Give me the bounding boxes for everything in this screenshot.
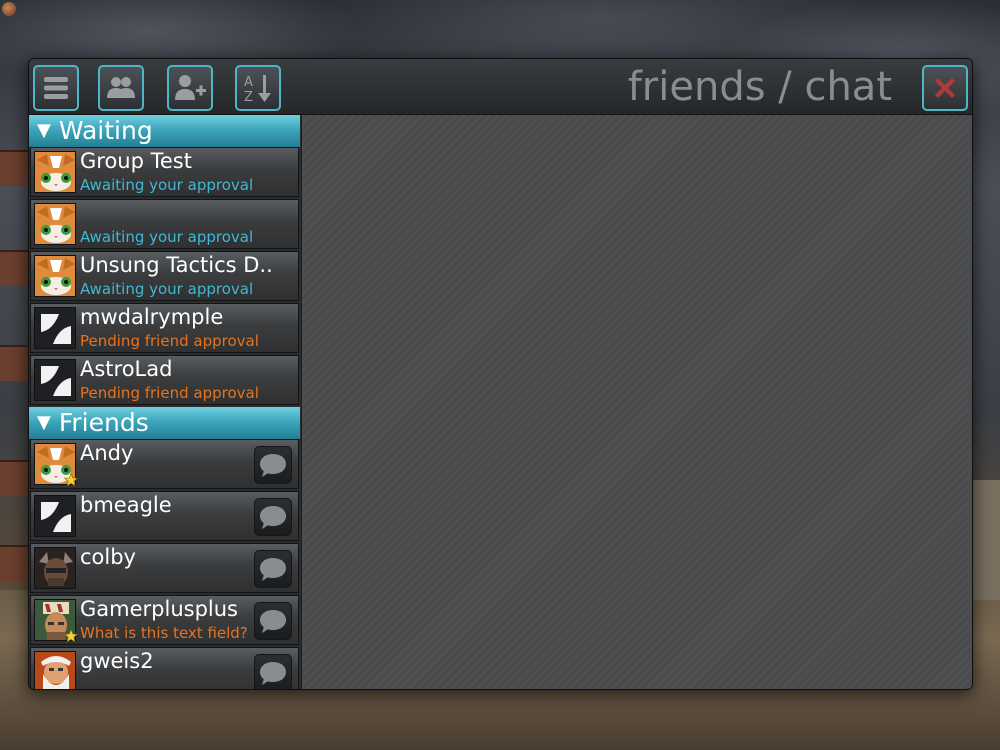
menu-icon [44,77,68,99]
list-item[interactable]: Andy [30,439,299,489]
sort-az-icon: A Z [244,75,271,105]
collapse-triangle-icon: ▼ [37,120,51,141]
list-item[interactable]: colby [30,543,299,593]
contact-status: Pending friend approval [80,384,259,402]
contact-name: Andy [80,441,134,465]
star-icon [63,472,79,487]
contact-status: What is this text field? [80,624,248,642]
chat-bubble-icon [260,610,286,633]
contact-name: Group Test [80,149,192,173]
default-avatar [34,307,76,349]
background-ball [2,2,16,16]
contact-status: Awaiting your approval [80,280,254,298]
chat-button[interactable] [254,550,292,588]
list-item[interactable]: bmeagle [30,491,299,541]
chat-button[interactable] [254,602,292,640]
background-wall [0,545,30,581]
contact-name: bmeagle [80,493,172,517]
list-item[interactable]: Awaiting your approval [30,199,299,249]
list-item[interactable]: mwdalrymple Pending friend approval [30,303,299,353]
section-title: Friends [58,408,149,437]
friends-button[interactable] [98,65,144,111]
collapse-triangle-icon: ▼ [37,412,51,433]
list-item[interactable]: Gamerplusplus What is this text field? [30,595,299,645]
close-button[interactable] [922,65,968,111]
section-title: Waiting [58,116,153,145]
contact-name: Gamerplusplus [80,597,238,621]
background-wall [0,150,30,186]
chat-bubble-icon [260,506,286,529]
title-bar: A Z friends / chat [29,59,972,115]
list-item[interactable]: Unsung Tactics D.. Awaiting your approval [30,251,299,301]
background-tower [972,480,1000,600]
section-header-waiting[interactable]: ▼ Waiting [29,115,300,147]
list-item[interactable]: AstroLad Pending friend approval [30,355,299,405]
default-avatar [34,359,76,401]
cat-avatar [34,151,76,193]
star-icon [63,628,79,643]
wizard-avatar [34,651,76,689]
background-wall [0,460,30,496]
chat-bubble-icon [260,558,286,581]
chat-button[interactable] [254,654,292,689]
contact-status: Pending friend approval [80,332,259,350]
friends-list[interactable]: ▼ Waiting Group Test Awaiting your approv… [29,115,300,689]
list-item[interactable]: gweis2 [30,647,299,689]
chat-bubble-icon [260,454,286,477]
warrior-avatar [34,547,76,589]
sort-button[interactable]: A Z [235,65,281,111]
chat-button[interactable] [254,498,292,536]
chat-bubble-icon [260,662,286,685]
cat-avatar [34,255,76,297]
menu-button[interactable] [33,65,79,111]
contact-status: Awaiting your approval [80,176,254,194]
chat-button[interactable] [254,446,292,484]
svg-text:Z: Z [244,90,253,105]
add-friend-button[interactable] [167,65,213,111]
svg-text:A: A [244,75,253,90]
cat-avatar [34,203,76,245]
add-friend-icon [175,75,206,100]
list-item[interactable]: Group Test Awaiting your approval [30,147,299,197]
contact-name: AstroLad [80,357,173,381]
background-wall [0,250,30,286]
close-icon [935,78,955,98]
window-title: friends / chat [627,64,892,110]
contact-name: mwdalrymple [80,305,224,329]
default-avatar [34,495,76,537]
chat-pane [301,115,972,689]
waiting-list: Group Test Awaiting your approval Awaiting… [29,147,300,405]
contact-name: Unsung Tactics D.. [80,253,273,277]
friends-list-items: Andy bmeagle colby Gamerplusplus What is thi… [29,439,300,689]
contact-name: colby [80,545,136,569]
contact-status: Awaiting your approval [80,228,254,246]
background-wall [0,345,30,381]
friends-icon [107,77,135,98]
contact-name: gweis2 [80,649,154,673]
section-header-friends[interactable]: ▼ Friends [29,407,300,439]
friends-chat-window: A Z friends / chat ▼ Waiting Group Test A… [28,58,973,690]
